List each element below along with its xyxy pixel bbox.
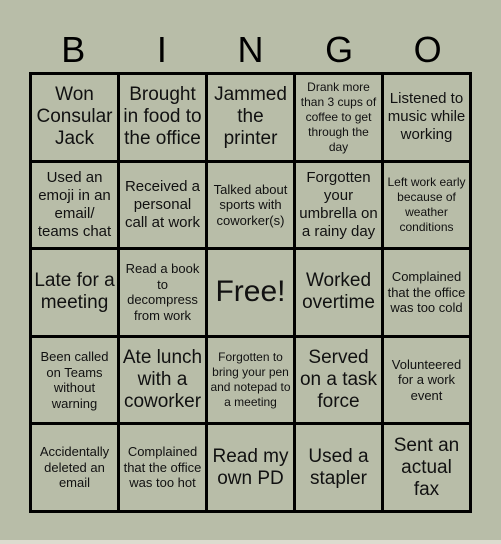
bingo-cell[interactable]: Talked about sports with coworker(s) bbox=[208, 162, 293, 248]
bingo-cell[interactable]: Complained that the office was too hot bbox=[120, 425, 205, 510]
cell-text: Sent an actual fax bbox=[393, 434, 460, 500]
bingo-cell[interactable]: Complained that the office was too cold bbox=[384, 250, 469, 335]
header-letter-b: B bbox=[61, 29, 86, 70]
bingo-cell[interactable]: Forgotten to bring your pen and notepad … bbox=[208, 337, 293, 423]
cell-text: Drank more than 3 cups of coffee to get … bbox=[300, 79, 377, 154]
cell-text: Forgotten to bring your pen and notepad … bbox=[210, 350, 291, 410]
cell-text: Complained that the office was too cold bbox=[387, 269, 466, 316]
cell-text: Accidentally deleted an email bbox=[39, 444, 110, 491]
free-space-cell[interactable]: Free! bbox=[208, 250, 293, 335]
header-letter-o: O bbox=[413, 29, 442, 70]
bingo-cell[interactable]: Used an emoji in an email/ teams chat bbox=[32, 162, 117, 248]
cell-text: Complained that the office was too hot bbox=[123, 444, 202, 491]
cell-text: Listened to music while working bbox=[387, 90, 466, 144]
cell-text: Jammed the printer bbox=[214, 84, 287, 150]
cell-text: Used a stapler bbox=[308, 445, 369, 489]
header-letter-g: G bbox=[325, 29, 354, 70]
header-letter-n: N bbox=[237, 29, 264, 70]
cell-text: Forgotten your umbrella on a rainy day bbox=[299, 168, 378, 240]
bingo-cell[interactable]: Jammed the printer bbox=[208, 75, 293, 160]
bingo-card-grid: Won Consular Jack Brought in food to the… bbox=[29, 72, 472, 513]
cell-text: Been called on Teams without warning bbox=[40, 349, 109, 411]
bingo-cell[interactable]: Listened to music while working bbox=[384, 75, 469, 160]
bingo-cell[interactable]: Used a stapler bbox=[296, 425, 381, 510]
bingo-cell[interactable]: Ate lunch with a coworker bbox=[120, 337, 205, 423]
bingo-header: B I N G O bbox=[29, 30, 472, 70]
bingo-cell[interactable]: Worked overtime bbox=[296, 250, 381, 335]
cell-text: Read a book to decompress from work bbox=[125, 261, 200, 323]
bingo-cell[interactable]: Drank more than 3 cups of coffee to get … bbox=[296, 75, 381, 160]
bingo-cell[interactable]: Served on a task force bbox=[296, 337, 381, 423]
cell-text: Used an emoji in an email/ teams chat bbox=[37, 168, 112, 240]
bingo-cell[interactable]: Been called on Teams without warning bbox=[32, 337, 117, 423]
cell-text: Served on a task force bbox=[299, 347, 378, 413]
bingo-cell[interactable]: Sent an actual fax bbox=[384, 425, 469, 510]
cell-text: Worked overtime bbox=[302, 270, 375, 314]
cell-text: Won Consular Jack bbox=[36, 84, 113, 150]
bingo-cell[interactable]: Received a personal call at work bbox=[120, 162, 205, 248]
bingo-cell[interactable]: Volunteered for a work event bbox=[384, 337, 469, 423]
bingo-cell[interactable]: Read my own PD bbox=[208, 425, 293, 510]
cell-text: Left work early because of weather condi… bbox=[387, 174, 466, 234]
bingo-cell[interactable]: Late for a meeting bbox=[32, 250, 117, 335]
bingo-cell[interactable]: Left work early because of weather condi… bbox=[384, 162, 469, 248]
cell-text: Received a personal call at work bbox=[124, 177, 201, 231]
cell-text: Ate lunch with a coworker bbox=[122, 347, 203, 413]
bottom-edge-strip bbox=[0, 540, 501, 544]
cell-text: Brought in food to the office bbox=[123, 84, 202, 150]
bingo-cell[interactable]: Accidentally deleted an email bbox=[32, 425, 117, 510]
free-space-text: Free! bbox=[215, 275, 286, 309]
bingo-cell[interactable]: Read a book to decompress from work bbox=[120, 250, 205, 335]
bingo-cell[interactable]: Won Consular Jack bbox=[32, 75, 117, 160]
bingo-cell[interactable]: Brought in food to the office bbox=[120, 75, 205, 160]
cell-text: Talked about sports with coworker(s) bbox=[213, 181, 288, 228]
bingo-cell[interactable]: Forgotten your umbrella on a rainy day bbox=[296, 162, 381, 248]
header-letter-i: I bbox=[156, 29, 167, 70]
cell-text: Late for a meeting bbox=[34, 270, 115, 314]
cell-text: Read my own PD bbox=[212, 445, 289, 489]
cell-text: Volunteered for a work event bbox=[391, 356, 462, 403]
